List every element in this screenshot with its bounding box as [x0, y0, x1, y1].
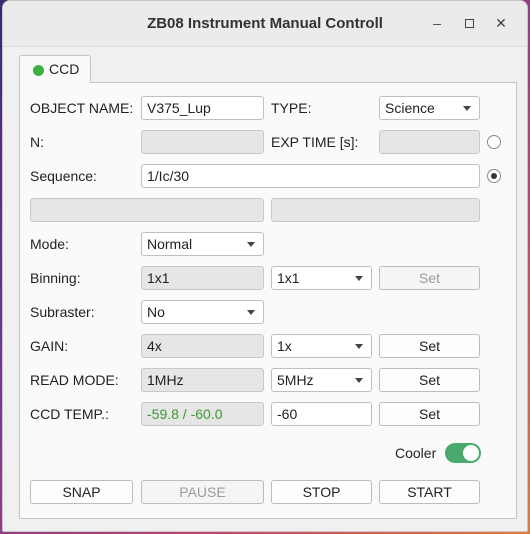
mode-select[interactable]: Normal: [141, 232, 264, 256]
exp-time-label: EXP TIME [s]:: [271, 134, 359, 150]
chevron-down-icon: [463, 106, 471, 111]
mode-label: Mode:: [30, 236, 69, 252]
close-icon[interactable]: ✕: [491, 13, 511, 33]
chevron-down-icon: [355, 344, 363, 349]
gain-label: GAIN:: [30, 338, 69, 354]
extra-field-left[interactable]: [30, 198, 264, 222]
ccd-temp-current: -59.8 / -60.0: [141, 402, 264, 426]
binning-label: Binning:: [30, 270, 81, 286]
n-label: N:: [30, 134, 44, 150]
chevron-down-icon: [355, 276, 363, 281]
title-bar: ZB08 Instrument Manual Controll – ✕: [3, 1, 527, 47]
pause-button[interactable]: PAUSE: [141, 480, 264, 504]
read-mode-select[interactable]: 5MHz: [271, 368, 372, 392]
type-label: TYPE:: [271, 100, 312, 116]
subraster-label: Subraster:: [30, 304, 95, 320]
chevron-down-icon: [355, 378, 363, 383]
gain-current: 4x: [141, 334, 264, 358]
object-name-label: OBJECT NAME:: [30, 100, 134, 116]
stop-button[interactable]: STOP: [271, 480, 372, 504]
ccd-temp-set-button[interactable]: Set: [379, 402, 480, 426]
binning-set-button[interactable]: Set: [379, 266, 480, 290]
subraster-select[interactable]: No: [141, 300, 264, 324]
sequence-label: Sequence:: [30, 168, 97, 184]
cooler-toggle[interactable]: [445, 443, 481, 463]
sequence-radio[interactable]: [487, 169, 501, 183]
ccd-status-dot-icon: [33, 65, 44, 76]
snap-button[interactable]: SNAP: [30, 480, 133, 504]
object-name-input[interactable]: V375_Lup: [141, 96, 264, 120]
cooler-toggle-knob: [463, 445, 479, 461]
read-mode-label: READ MODE:: [30, 372, 119, 388]
sequence-input[interactable]: 1/Ic/30: [141, 164, 480, 188]
binning-current: 1x1: [141, 266, 264, 290]
ccd-temp-label: CCD TEMP.:: [30, 406, 109, 422]
gain-set-button[interactable]: Set: [379, 334, 480, 358]
type-select-value: Science: [385, 100, 435, 116]
read-mode-select-value: 5MHz: [277, 372, 314, 388]
exp-time-radio[interactable]: [487, 135, 501, 149]
mode-select-value: Normal: [147, 236, 193, 252]
tab-ccd[interactable]: CCD: [19, 55, 91, 83]
binning-select[interactable]: 1x1: [271, 266, 372, 290]
chevron-down-icon: [247, 310, 255, 315]
ccd-panel: OBJECT NAME: V375_Lup TYPE: Science N: E…: [19, 82, 517, 519]
exp-time-input[interactable]: [379, 130, 480, 154]
type-select[interactable]: Science: [379, 96, 480, 120]
gain-select[interactable]: 1x: [271, 334, 372, 358]
extra-field-right[interactable]: [271, 198, 480, 222]
window-title: ZB08 Instrument Manual Controll: [147, 15, 383, 32]
ccd-temp-target-input[interactable]: -60: [271, 402, 372, 426]
subraster-select-value: No: [147, 304, 165, 320]
start-button[interactable]: START: [379, 480, 480, 504]
gain-select-value: 1x: [277, 338, 292, 354]
read-mode-current: 1MHz: [141, 368, 264, 392]
cooler-label: Cooler: [395, 445, 437, 461]
minimize-icon[interactable]: –: [427, 13, 447, 33]
binning-select-value: 1x1: [277, 270, 300, 286]
chevron-down-icon: [247, 242, 255, 247]
maximize-icon[interactable]: [459, 13, 479, 33]
n-input[interactable]: [141, 130, 264, 154]
read-mode-set-button[interactable]: Set: [379, 368, 480, 392]
tab-ccd-label: CCD: [49, 61, 80, 77]
app-window: ZB08 Instrument Manual Controll – ✕ CCD …: [2, 0, 528, 532]
